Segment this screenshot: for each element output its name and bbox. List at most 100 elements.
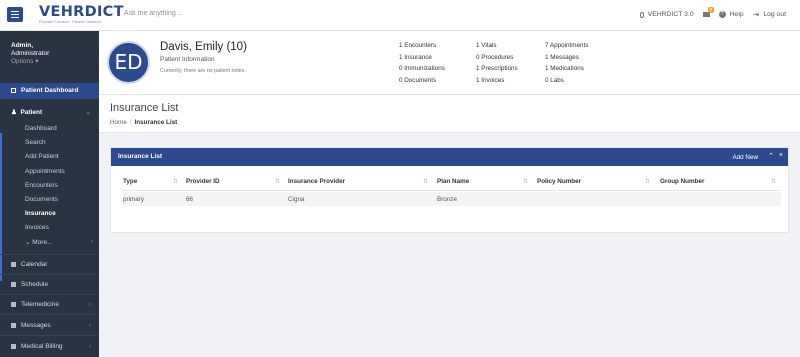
- calendar-icon: [11, 261, 16, 267]
- stat-messages[interactable]: 1 Messages: [545, 54, 579, 61]
- column-header-provider-id[interactable]: Provider ID: [186, 178, 220, 185]
- video-icon: [11, 301, 16, 307]
- column-header-group-number[interactable]: Group Number: [660, 178, 704, 185]
- sort-icon[interactable]: ⇅: [645, 178, 650, 185]
- stat-insurance[interactable]: 1 Insurance: [399, 54, 432, 61]
- microphone-icon[interactable]: [639, 11, 644, 18]
- help-label: Help: [729, 11, 744, 18]
- cell-provider-id: 66: [186, 196, 194, 203]
- cell-insurance-provider: Cigna: [288, 196, 305, 203]
- cell-type: primary: [123, 196, 144, 203]
- submenu-accent: [0, 133, 2, 281]
- stat-appointments[interactable]: 7 Appointments: [545, 42, 588, 49]
- patient-header: ED Davis, Emily (10) Patient Information…: [99, 31, 800, 95]
- stat-invoices[interactable]: 1 Invoices: [476, 77, 504, 84]
- chevron-left-icon: ‹: [88, 322, 91, 329]
- mail-badge: 0: [708, 7, 714, 13]
- chevron-down-icon: ⌄: [85, 109, 91, 116]
- chevron-left-icon: ‹: [88, 301, 91, 308]
- user-block: Admin, Administrator Options ▾: [11, 42, 49, 66]
- sidebar-item-label: Messages: [21, 322, 51, 329]
- sidebar-item-schedule[interactable]: Schedule: [0, 281, 99, 288]
- column-header-insurance-provider[interactable]: Insurance Provider: [288, 178, 345, 185]
- user-role: Administrator: [11, 50, 50, 57]
- chevron-left-icon: ‹: [88, 343, 91, 350]
- sort-icon[interactable]: ⇅: [423, 178, 428, 185]
- add-new-button[interactable]: Add New: [732, 154, 758, 161]
- mail-icon[interactable]: 0: [702, 7, 714, 17]
- schedule-icon: [11, 281, 16, 287]
- menu-toggle-button[interactable]: [7, 7, 23, 22]
- sidebar-subitem-add-patient[interactable]: Add Patient: [25, 153, 59, 160]
- sidebar-subitem-invoices[interactable]: Invoices: [25, 224, 49, 231]
- column-header-type[interactable]: Type: [123, 178, 137, 185]
- app-logo[interactable]: VEHRDICT Provider Focused · Patient Cent…: [39, 4, 124, 25]
- logout-link[interactable]: ⇥ Log out: [753, 10, 786, 19]
- chevron-left-icon: ‹: [91, 238, 94, 245]
- sidebar-item-label: More...: [32, 239, 53, 246]
- stat-encounters[interactable]: 1 Encounters: [399, 42, 436, 49]
- search-input[interactable]: Ask me anything ...: [124, 10, 184, 17]
- stat-procedures[interactable]: 0 Procedures: [476, 54, 513, 61]
- version-item[interactable]: VEHRDICT 3.0: [639, 11, 694, 18]
- breadcrumb: Home / Insurance List: [110, 119, 178, 126]
- divider: [0, 314, 99, 315]
- sort-icon[interactable]: ⇅: [771, 178, 776, 185]
- top-bar: VEHRDICT Provider Focused · Patient Cent…: [0, 0, 800, 31]
- billing-icon: [11, 343, 16, 349]
- help-link[interactable]: ? Help: [718, 11, 744, 18]
- stat-vitals[interactable]: 1 Vitals: [476, 42, 497, 49]
- patient-name: Davis, Emily (10): [160, 41, 247, 53]
- sidebar-item-patient-dashboard[interactable]: Patient Dashboard: [0, 83, 99, 99]
- breadcrumb-current: Insurance List: [134, 119, 178, 126]
- sidebar-subitem-encounters[interactable]: Encounters: [25, 182, 58, 189]
- sidebar-item-label: Patient Dashboard: [21, 87, 79, 94]
- sort-icon[interactable]: ⇅: [523, 178, 528, 185]
- stat-labs[interactable]: 0 Labs: [545, 77, 564, 84]
- page-title-band: [99, 95, 800, 133]
- sidebar-subitem-more[interactable]: ⌄ More... ‹: [25, 238, 93, 246]
- stat-prescriptions[interactable]: 1 Prescriptions: [476, 65, 518, 72]
- user-name: Admin,: [11, 42, 34, 49]
- sidebar-subitem-dashboard[interactable]: Dashboard: [25, 125, 57, 132]
- divider: [0, 254, 99, 255]
- sidebar-subitem-documents[interactable]: Documents: [25, 196, 58, 203]
- logo-text: VEHRDICT: [39, 4, 124, 20]
- user-options-link[interactable]: Options ▾: [11, 58, 49, 66]
- sidebar-subitem-appointments[interactable]: Appointments: [25, 168, 65, 175]
- logout-icon: ⇥: [752, 10, 760, 19]
- column-header-plan-name[interactable]: Plan Name: [437, 178, 469, 185]
- mail-item[interactable]: 0: [702, 7, 714, 17]
- envelope-icon: [11, 322, 16, 328]
- sort-icon[interactable]: ⇅: [275, 178, 280, 185]
- patient-avatar[interactable]: ED: [107, 41, 150, 84]
- sidebar-item-patient[interactable]: ♟ Patient ⌄: [0, 108, 99, 116]
- dashboard-icon: [11, 87, 16, 93]
- sidebar-item-label: Medical Billing: [21, 343, 63, 350]
- stat-medications[interactable]: 1 Medications: [545, 65, 584, 72]
- column-header-policy-number[interactable]: Policy Number: [537, 178, 581, 185]
- patient-info-label: Patient Information: [160, 56, 215, 63]
- sidebar-item-messages[interactable]: Messages ‹: [0, 322, 99, 329]
- page-title: Insurance List: [110, 102, 179, 114]
- sidebar-item-label: Telemedicine: [21, 301, 59, 308]
- user-icon: ♟: [11, 109, 17, 116]
- logout-label: Log out: [763, 11, 786, 18]
- sidebar-item-medical-billing[interactable]: Medical Billing ‹: [0, 343, 99, 350]
- close-icon[interactable]: ×: [779, 152, 783, 159]
- divider: [0, 335, 99, 336]
- sidebar-subitem-insurance[interactable]: Insurance: [25, 210, 56, 217]
- sidebar-item-telemedicine[interactable]: Telemedicine ‹: [0, 301, 99, 308]
- breadcrumb-home[interactable]: Home: [110, 119, 127, 126]
- panel-header: Insurance List Add New ⌃ ×: [111, 148, 788, 166]
- panel-title: Insurance List: [118, 153, 163, 160]
- stat-immunizations[interactable]: 0 Immunizations: [399, 65, 445, 72]
- sort-icon[interactable]: ⇅: [173, 178, 178, 185]
- sidebar-item-calendar[interactable]: Calendar: [0, 261, 99, 268]
- stat-documents[interactable]: 0 Documents: [399, 77, 436, 84]
- version-label: VEHRDICT 3.0: [647, 11, 694, 18]
- sidebar-subitem-search[interactable]: Search: [25, 139, 46, 146]
- sidebar-item-label: Schedule: [21, 281, 49, 288]
- collapse-icon[interactable]: ⌃: [768, 152, 774, 160]
- table-header-divider: [123, 190, 781, 191]
